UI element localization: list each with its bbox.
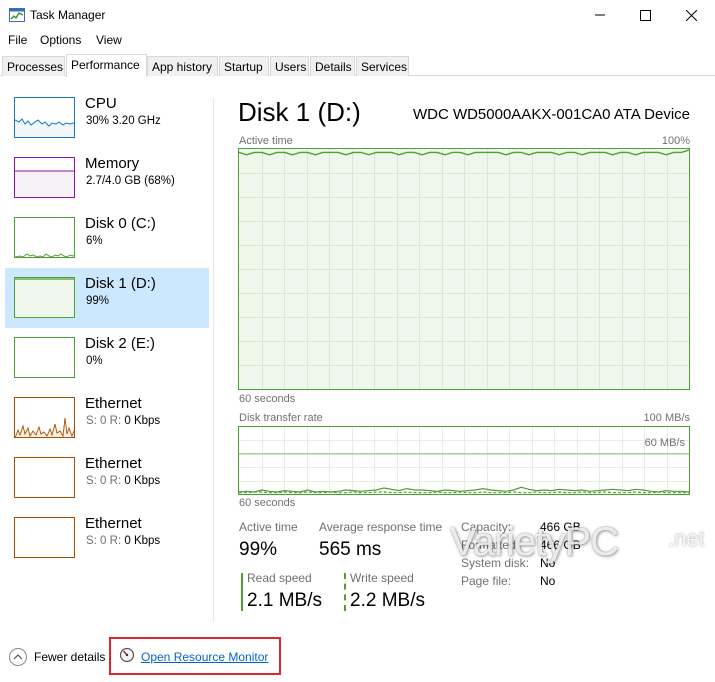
avg-response-value: 565 ms xyxy=(319,539,382,560)
menu-options[interactable]: Options xyxy=(40,33,81,47)
open-resource-monitor-link[interactable]: Open Resource Monitor xyxy=(141,650,268,664)
read-speed-indicator xyxy=(241,573,243,611)
sidebar-item-label: Ethernet xyxy=(85,395,142,412)
read-speed-label: Read speed xyxy=(247,571,312,585)
transfer-graph-label: Disk transfer rate xyxy=(239,412,323,424)
maximize-icon xyxy=(639,9,651,21)
ethernet-thumbnail xyxy=(14,517,75,558)
disk0-thumbnail xyxy=(14,217,75,258)
sidebar-item-ethernet-1[interactable]: Ethernet S: 0 R: 0 Kbps xyxy=(5,388,209,448)
sidebar-item-ethernet-3[interactable]: Ethernet S: 0 R: 0 Kbps xyxy=(5,508,209,568)
transfer-span-label: 60 seconds xyxy=(239,497,296,509)
sidebar-item-disk1[interactable]: Disk 1 (D:) 99% xyxy=(5,268,209,328)
formatted-value: 466 GB xyxy=(540,538,581,552)
window-title: Task Manager xyxy=(30,8,106,22)
capacity-value: 466 GB xyxy=(540,520,581,534)
write-rate-series xyxy=(239,491,689,494)
active-time-graph xyxy=(238,148,690,390)
tab-processes[interactable]: Processes xyxy=(2,56,65,76)
sidebar-item-label: Ethernet xyxy=(85,515,142,532)
panel-divider xyxy=(213,98,214,622)
minimize-button[interactable] xyxy=(577,0,623,30)
page-file-label: Page file: xyxy=(461,574,512,588)
active-time-stat-label: Active time xyxy=(239,520,298,534)
avg-response-label: Average response time xyxy=(319,520,443,534)
title-bar: Task Manager xyxy=(0,0,715,30)
system-disk-label: System disk: xyxy=(461,556,530,570)
close-icon xyxy=(685,9,697,21)
active-time-span-label: 60 seconds xyxy=(239,393,296,405)
disk2-thumbnail xyxy=(14,337,75,378)
sidebar-item-value: 30% 3.20 GHz xyxy=(86,115,161,127)
sidebar-item-label: Memory xyxy=(85,155,140,172)
sidebar-item-value: 99% xyxy=(86,295,110,307)
sidebar-item-value: S: 0 R: 0 Kbps xyxy=(86,415,161,427)
page-title: Disk 1 (D:) xyxy=(238,97,361,127)
page-file-value: No xyxy=(540,574,556,588)
active-time-stat-value: 99% xyxy=(239,539,278,560)
sidebar-item-value: 6% xyxy=(86,235,103,247)
sidebar-item-disk0[interactable]: Disk 0 (C:) 6% xyxy=(5,208,209,268)
close-button[interactable] xyxy=(668,0,714,30)
task-manager-icon xyxy=(9,8,25,22)
transfer-mid-label: 60 MB/s xyxy=(644,437,685,449)
transfer-max-label: 100 MB/s xyxy=(643,412,690,424)
memory-thumbnail xyxy=(14,157,75,198)
disk1-thumbnail xyxy=(14,277,75,318)
write-speed-value: 2.2 MB/s xyxy=(350,590,425,611)
device-name: WDC WD5000AAKX-001CA0 ATA Device xyxy=(412,106,690,123)
tab-startup[interactable]: Startup xyxy=(219,56,269,76)
write-speed-label: Write speed xyxy=(350,571,414,585)
sidebar-item-label: Ethernet xyxy=(85,455,142,472)
menu-file[interactable]: File xyxy=(8,33,27,47)
sidebar-item-label: CPU xyxy=(85,95,117,112)
formatted-label: Formatted: xyxy=(461,538,520,552)
sidebar-item-value: 2.7/4.0 GB (68%) xyxy=(86,175,175,187)
transfer-rate-graph: 60 MB/s xyxy=(238,426,690,495)
sidebar-item-label: Disk 1 (D:) xyxy=(85,275,156,292)
resource-monitor-icon xyxy=(119,647,135,663)
sidebar-item-ethernet-2[interactable]: Ethernet S: 0 R: 0 Kbps xyxy=(5,448,209,508)
menu-view[interactable]: View xyxy=(96,33,122,47)
sidebar-item-label: Disk 0 (C:) xyxy=(85,215,156,232)
tab-app-history[interactable]: App history xyxy=(147,56,218,76)
resource-list: CPU 30% 3.20 GHz Memory 2.7/4.0 GB (68%)… xyxy=(5,88,210,628)
tab-performance[interactable]: Performance xyxy=(66,54,147,77)
sidebar-item-value: S: 0 R: 0 Kbps xyxy=(86,535,161,547)
write-speed-indicator xyxy=(344,573,346,611)
menu-bar: File Options View xyxy=(0,31,715,51)
ethernet-thumbnail xyxy=(14,457,75,498)
ethernet-thumbnail xyxy=(14,397,75,438)
system-disk-value: No xyxy=(540,556,556,570)
sidebar-item-disk2[interactable]: Disk 2 (E:) 0% xyxy=(5,328,209,388)
watermark-suffix: .net xyxy=(668,526,705,551)
active-time-graph-label: Active time xyxy=(239,135,293,147)
sidebar-item-label: Disk 2 (E:) xyxy=(85,335,156,352)
tab-users[interactable]: Users xyxy=(270,56,309,76)
cpu-thumbnail xyxy=(14,97,75,138)
read-speed-value: 2.1 MB/s xyxy=(247,590,322,611)
active-time-max-label: 100% xyxy=(661,135,690,147)
capacity-label: Capacity: xyxy=(461,520,512,534)
chevron-up-icon[interactable] xyxy=(9,648,27,666)
sidebar-item-value: 0% xyxy=(86,355,103,367)
tab-services[interactable]: Services xyxy=(356,56,409,76)
maximize-button[interactable] xyxy=(622,0,668,30)
sidebar-item-cpu[interactable]: CPU 30% 3.20 GHz xyxy=(5,88,209,148)
tab-strip: Processes Performance App history Startu… xyxy=(0,54,715,77)
fewer-details-button[interactable]: Fewer details xyxy=(34,650,105,664)
sidebar-item-value: S: 0 R: 0 Kbps xyxy=(86,475,161,487)
minimize-icon xyxy=(595,14,605,16)
sidebar-item-memory[interactable]: Memory 2.7/4.0 GB (68%) xyxy=(5,148,209,208)
tab-details[interactable]: Details xyxy=(310,56,355,76)
